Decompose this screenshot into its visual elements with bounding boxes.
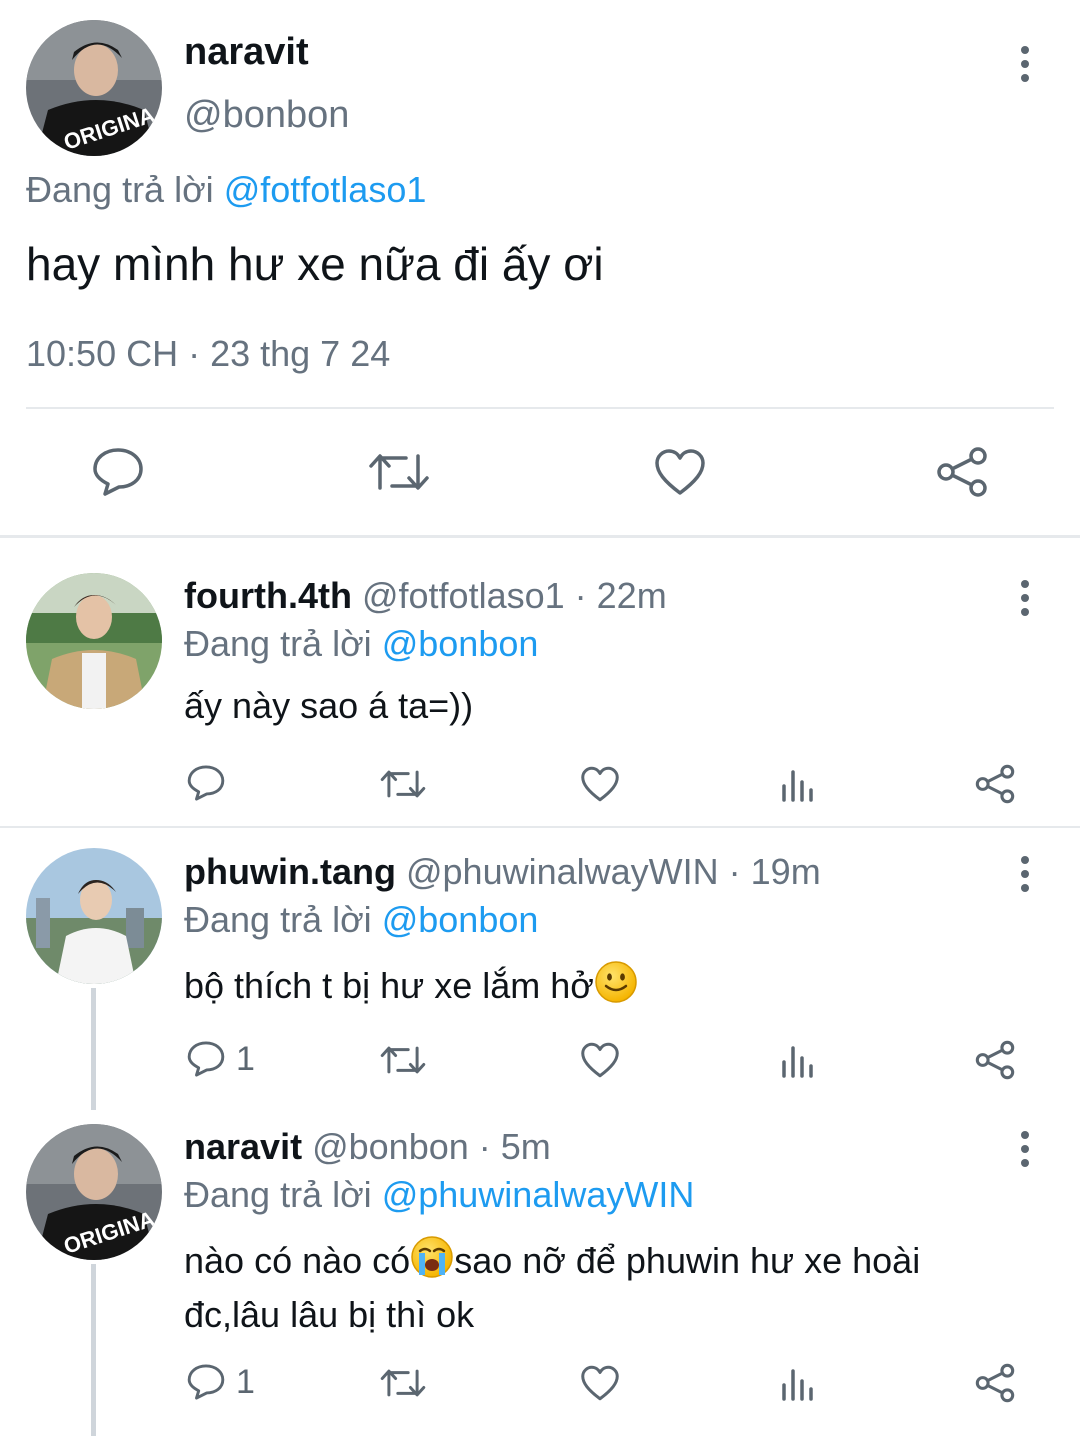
replying-prefix: Đang trả lời <box>26 169 214 210</box>
reply-count: 1 <box>236 1040 255 1078</box>
avatar-naravit[interactable]: ORIGINA <box>26 20 162 156</box>
loudly-crying-face-icon <box>410 1235 454 1291</box>
main-replying-to: Đang trả lời @fotfotlaso1 <box>26 168 426 212</box>
divider <box>0 535 1080 538</box>
reply-icon[interactable] <box>92 446 144 498</box>
main-display-name[interactable]: naravit <box>184 30 309 74</box>
like-icon[interactable] <box>580 1365 620 1401</box>
replying-to-link[interactable]: @bonbon <box>382 899 539 940</box>
reply-text-part2: sao nỡ để phuwin hư xe hoài <box>454 1240 921 1281</box>
reply-text: bộ thích t bị hư xe lắm hở <box>184 960 638 1014</box>
reply-handle[interactable]: @phuwinalwayWIN <box>406 851 719 892</box>
replying-to-link[interactable]: @bonbon <box>382 623 539 664</box>
reply-display-name[interactable]: phuwin.tang <box>184 851 396 892</box>
reply-icon[interactable] <box>187 1040 225 1078</box>
reply-header: naravit @bonbon · 5m <box>184 1125 551 1169</box>
share-icon[interactable] <box>975 1040 1015 1080</box>
reply-time[interactable]: · 22m <box>575 575 667 616</box>
like-icon[interactable] <box>580 1042 620 1078</box>
reply-replying-to: Đang trả lời @bonbon <box>184 898 538 942</box>
reply-handle[interactable]: @fotfotlaso1 <box>362 575 565 616</box>
reply-replying-to: Đang trả lời @bonbon <box>184 622 538 666</box>
reply-handle[interactable]: @bonbon <box>312 1126 469 1167</box>
share-icon[interactable] <box>975 764 1015 804</box>
reply-time[interactable]: · 5m <box>479 1126 551 1167</box>
avatar-phuwin[interactable] <box>26 848 162 984</box>
main-handle[interactable]: @bonbon <box>184 92 349 138</box>
more-options-icon[interactable] <box>1020 580 1030 616</box>
reply-text-line2: đc,lâu lâu bị thì ok <box>184 1294 475 1335</box>
thread-connector <box>91 988 96 1110</box>
reply-time[interactable]: · 19m <box>729 851 821 892</box>
reply-header: phuwin.tang @phuwinalwayWIN · 19m <box>184 850 821 894</box>
slightly-smiling-face-icon <box>594 960 638 1014</box>
like-icon[interactable] <box>654 448 706 496</box>
avatar-fourth[interactable] <box>26 573 162 709</box>
reply-text: ấy này sao á ta=)) <box>184 685 474 726</box>
main-tweet-text: hay mình hư xe nữa đi ấy ơi <box>26 238 604 290</box>
views-icon[interactable] <box>780 1042 816 1078</box>
more-options-icon[interactable] <box>1020 46 1030 82</box>
reply-text-part1: nào có nào có <box>184 1240 411 1281</box>
retweet-icon[interactable] <box>380 1042 426 1078</box>
avatar-naravit[interactable]: ORIGINA <box>26 1124 162 1260</box>
reply-display-name[interactable]: fourth.4th <box>184 575 352 616</box>
like-icon[interactable] <box>580 766 620 802</box>
more-options-icon[interactable] <box>1020 1131 1030 1167</box>
reply-text: nào có nào có sao nỡ để phuwin hư xe hoài… <box>184 1235 920 1339</box>
share-icon[interactable] <box>975 1363 1015 1403</box>
reply-icon[interactable] <box>187 764 225 802</box>
share-icon[interactable] <box>936 446 988 498</box>
replying-prefix: Đang trả lời <box>184 623 372 664</box>
retweet-icon[interactable] <box>380 766 426 802</box>
views-icon[interactable] <box>780 766 816 802</box>
reply-header: fourth.4th @fotfotlaso1 · 22m <box>184 574 667 618</box>
replying-to-link[interactable]: @phuwinalwayWIN <box>382 1174 695 1215</box>
reply-count: 1 <box>236 1363 255 1401</box>
main-timestamp[interactable]: 10:50 CH · 23 thg 7 24 <box>26 332 390 376</box>
divider <box>26 407 1054 409</box>
replying-prefix: Đang trả lời <box>184 1174 372 1215</box>
replying-prefix: Đang trả lời <box>184 899 372 940</box>
reply-replying-to: Đang trả lời @phuwinalwayWIN <box>184 1173 694 1217</box>
reply-text-content: bộ thích t bị hư xe lắm hở <box>184 965 594 1006</box>
reply-display-name[interactable]: naravit <box>184 1126 302 1167</box>
replying-to-link[interactable]: @fotfotlaso1 <box>224 169 427 210</box>
reply-icon[interactable] <box>187 1363 225 1401</box>
thread-connector <box>91 1264 96 1436</box>
retweet-icon[interactable] <box>380 1365 426 1401</box>
views-icon[interactable] <box>780 1365 816 1401</box>
divider <box>0 826 1080 828</box>
retweet-icon[interactable] <box>368 448 430 496</box>
more-options-icon[interactable] <box>1020 856 1030 892</box>
